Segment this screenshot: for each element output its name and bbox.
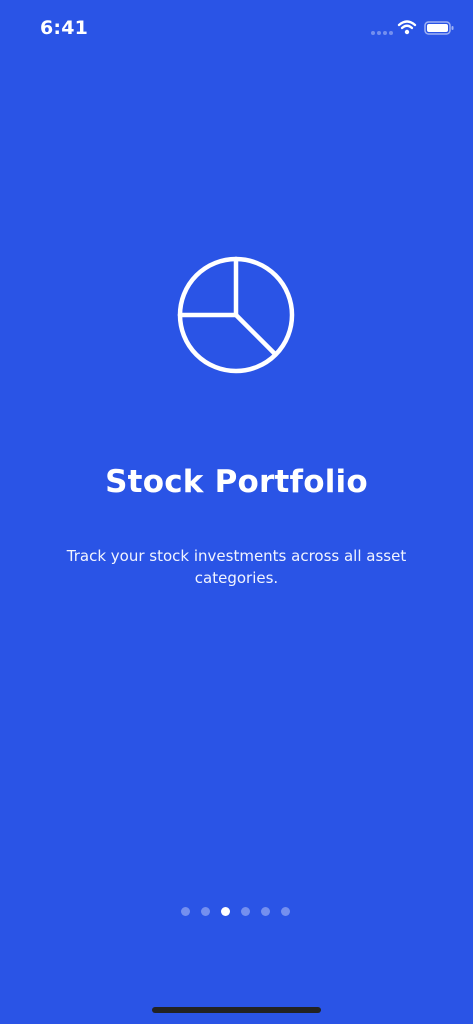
page-dot[interactable] [181, 907, 190, 916]
wifi-icon [397, 20, 417, 35]
page-dot[interactable] [261, 907, 270, 916]
onboarding-description: Track your stock investments across all … [66, 547, 407, 587]
page-dot[interactable] [241, 907, 250, 916]
page-dot[interactable] [201, 907, 210, 916]
page-indicator[interactable] [181, 907, 290, 916]
onboarding-title: Stock Portfolio [105, 464, 368, 500]
battery-icon [424, 21, 454, 35]
pie-chart-icon [177, 256, 295, 374]
page-dot[interactable] [281, 907, 290, 916]
home-indicator[interactable] [152, 1007, 321, 1013]
status-time: 6:41 [40, 17, 89, 39]
cellular-signal-icon [371, 31, 393, 35]
status-bar: 6:41 [0, 0, 473, 58]
page-dot-active[interactable] [221, 907, 230, 916]
